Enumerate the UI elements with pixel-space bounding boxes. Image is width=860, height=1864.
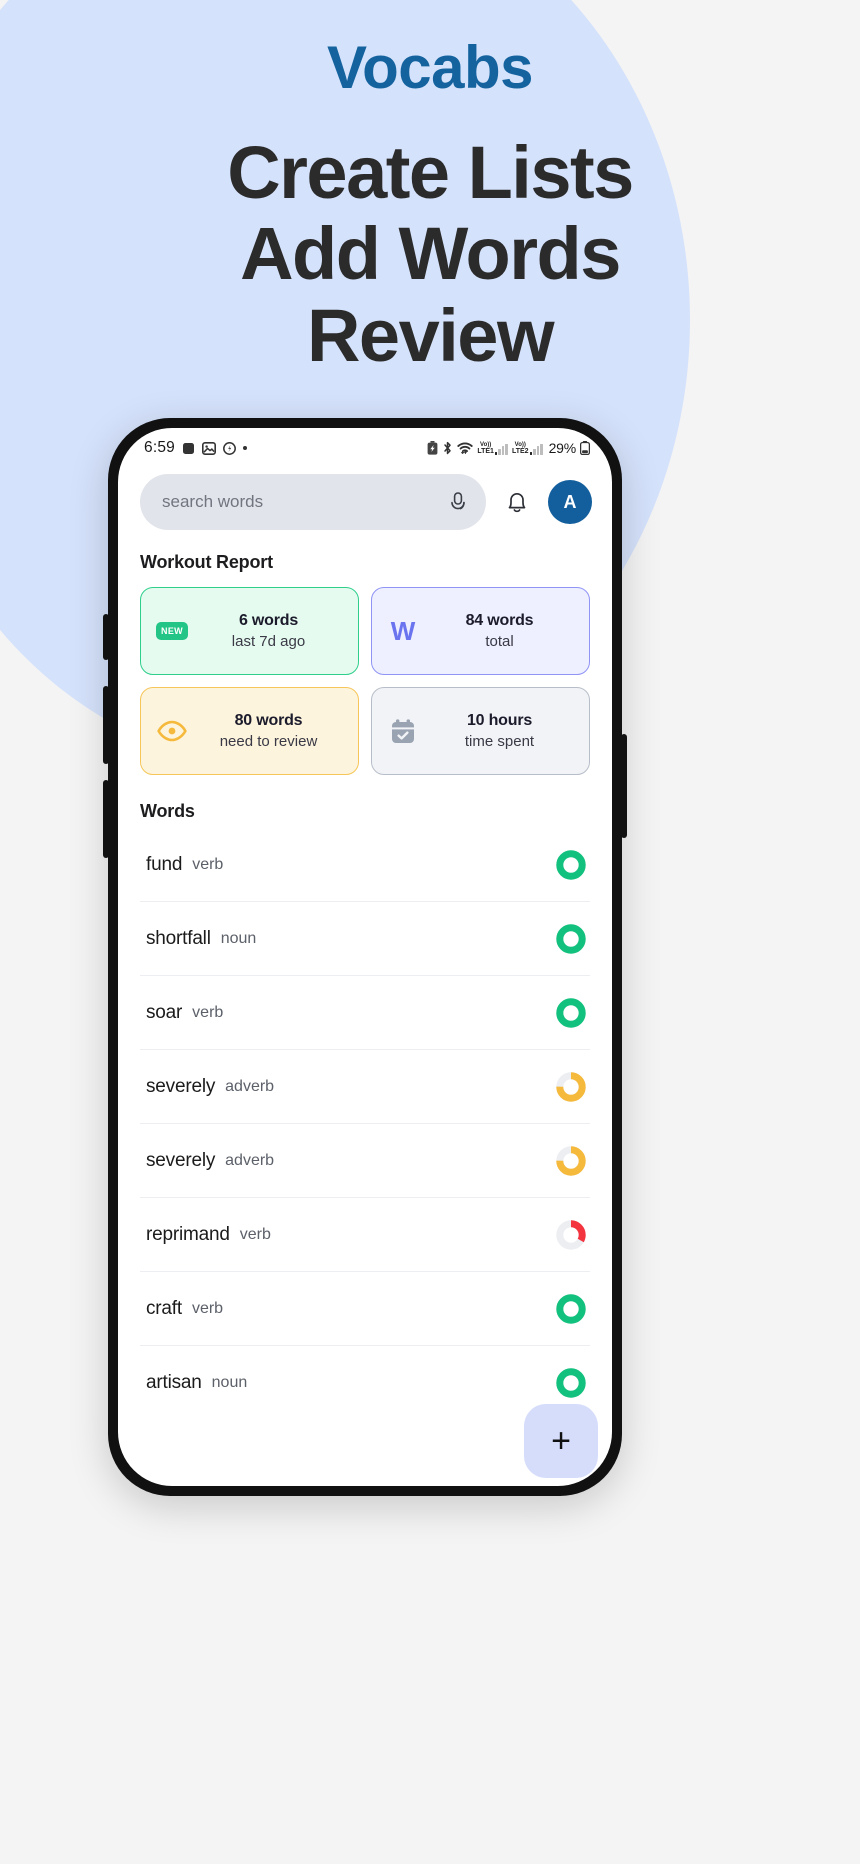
phone-button-volume-up[interactable] <box>103 686 109 764</box>
sim1-voice-label: Vo)) LTE1 <box>477 441 494 455</box>
battery-percent: 29% <box>548 440 577 456</box>
phone-button-volume-down[interactable] <box>103 780 109 858</box>
word-row[interactable]: craft verb <box>140 1272 590 1346</box>
progress-ring-icon <box>556 1368 586 1398</box>
hero-line-3: Review <box>306 293 555 377</box>
word-term: severely <box>146 1149 216 1171</box>
stat-value: 84 words <box>465 612 534 629</box>
wifi-icon <box>457 441 474 455</box>
word-part-of-speech: verb <box>191 1299 224 1317</box>
progress-ring-icon <box>556 1219 586 1250</box>
word-term: shortfall <box>146 927 211 949</box>
brand-title: Vocabs <box>327 34 533 101</box>
word-row[interactable]: severely adverb <box>140 1050 590 1124</box>
sim2-bars <box>529 443 543 455</box>
sim2-signal: Vo)) LTE2 <box>512 442 543 455</box>
main-content: Workout Report NEW 6 words last 7d ago W… <box>118 536 612 1420</box>
phone-screen: 6:59 Vo)) LTE1 Vo)) LTE2 29% search word… <box>118 428 612 1486</box>
phone-button-power[interactable] <box>621 734 627 838</box>
word-part-of-speech: verb <box>192 855 224 873</box>
stat-card-text: 6 words last 7d ago <box>197 612 348 650</box>
word-row[interactable]: fund verb <box>140 828 590 902</box>
stat-card-new-words[interactable]: NEW 6 words last 7d ago <box>140 587 359 675</box>
words-title: Words <box>140 801 195 821</box>
hero-tagline: Create Lists Add Words Review <box>0 131 860 377</box>
status-clock: 6:59 <box>144 439 175 456</box>
stop-square-icon <box>182 442 195 455</box>
plus-icon: + <box>551 1422 571 1460</box>
w-letter-icon: W <box>390 616 416 646</box>
avatar-initial: A <box>563 491 577 512</box>
stat-label: last 7d ago <box>231 633 306 650</box>
photo-icon <box>201 441 216 455</box>
stat-value: 6 words <box>238 612 299 629</box>
status-bar: 6:59 Vo)) LTE1 Vo)) LTE2 29% <box>118 428 612 462</box>
progress-ring-icon <box>556 1293 586 1324</box>
word-row[interactable]: severely adverb <box>140 1124 590 1198</box>
word-part-of-speech: noun <box>211 1374 248 1391</box>
hero-line-2: Add Words <box>240 212 621 296</box>
microphone-icon[interactable] <box>448 491 468 513</box>
word-term: soar <box>146 1001 183 1023</box>
word-part-of-speech: adverb <box>225 1077 275 1095</box>
word-term: craft <box>146 1297 182 1319</box>
progress-ring-icon <box>556 997 586 1028</box>
word-term: reprimand <box>146 1223 230 1245</box>
promo-screenshot: Vocabs Create Lists Add Words Review 6:5… <box>0 0 860 1864</box>
workout-report-title: Workout Report <box>140 552 273 572</box>
sim1-bars <box>494 443 508 455</box>
clock-circle-icon <box>223 441 236 455</box>
stat-label: total <box>485 633 514 650</box>
notifications-button[interactable] <box>500 485 534 519</box>
word-part-of-speech: verb <box>192 1003 224 1021</box>
search-bar[interactable]: search words <box>140 474 486 530</box>
battery-icon <box>580 441 590 455</box>
word-part-of-speech: noun <box>220 929 257 947</box>
progress-ring-icon <box>556 849 586 880</box>
word-part-of-speech: adverb <box>225 1151 275 1169</box>
app-header: search words A <box>118 462 612 536</box>
word-term: fund <box>146 853 183 875</box>
search-input[interactable]: search words <box>162 492 448 512</box>
battery-saver-icon <box>427 441 438 455</box>
stat-card-text: 10 hours time spent <box>428 712 579 750</box>
phone-mockup: 6:59 Vo)) LTE1 Vo)) LTE2 29% search word… <box>103 418 627 1496</box>
add-word-fab[interactable]: + <box>524 1404 598 1478</box>
stat-card-total-words[interactable]: W 84 words total <box>371 587 590 675</box>
word-part-of-speech: verb <box>239 1225 271 1243</box>
stat-label: need to review <box>219 733 318 750</box>
bluetooth-icon <box>442 441 453 455</box>
progress-ring-icon <box>556 1145 586 1176</box>
word-list: fund verb shortfall noun soar verb severely adv… <box>140 828 590 1420</box>
stat-value: 80 words <box>234 712 303 729</box>
stat-card-need-review[interactable]: 80 words need to review <box>140 687 359 775</box>
stat-value: 10 hours <box>466 712 533 729</box>
progress-ring-icon <box>556 1071 586 1102</box>
hero-line-1: Create Lists <box>227 131 634 214</box>
eye-icon <box>155 720 189 742</box>
stat-card-text: 84 words total <box>428 612 579 650</box>
word-row[interactable]: soar verb <box>140 976 590 1050</box>
calendar-check-icon <box>386 718 420 745</box>
stat-card-text: 80 words need to review <box>197 712 348 750</box>
word-row[interactable]: shortfall noun <box>140 902 590 976</box>
word-term: artisan <box>146 1372 202 1393</box>
progress-ring-icon <box>556 923 586 954</box>
bell-icon <box>504 489 530 516</box>
word-row[interactable]: artisan noun <box>140 1346 590 1420</box>
new-badge-icon: NEW <box>155 622 189 640</box>
dot-icon <box>242 446 247 450</box>
word-row[interactable]: reprimand verb <box>140 1198 590 1272</box>
avatar[interactable]: A <box>548 480 592 524</box>
sim1-signal: Vo)) LTE1 <box>477 442 508 455</box>
stat-card-time-spent[interactable]: 10 hours time spent <box>371 687 590 775</box>
status-bar-left: 6:59 <box>144 439 247 457</box>
hero-section: Vocabs Create Lists Add Words Review <box>0 0 860 377</box>
stat-label: time spent <box>464 733 535 750</box>
word-term: severely <box>146 1075 216 1097</box>
stat-cards: NEW 6 words last 7d ago W 84 words total… <box>140 587 590 775</box>
status-bar-right: Vo)) LTE1 Vo)) LTE2 29% <box>427 440 590 456</box>
sim2-voice-label: Vo)) LTE2 <box>511 441 529 455</box>
phone-button-silent[interactable] <box>103 614 109 660</box>
